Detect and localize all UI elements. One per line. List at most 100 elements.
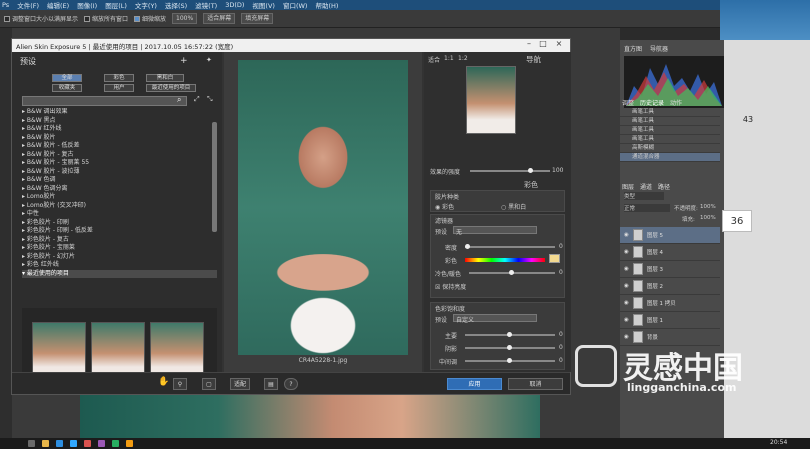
eye-icon[interactable]: ◉ [624,266,629,272]
preset-item[interactable]: ▸ 彩色胶片 - 印刷 [22,219,217,228]
scrubby-zoom-checkbox[interactable]: 细微缩放 [134,14,166,23]
layer-kind-filter[interactable]: 类型 [624,192,664,200]
tab-history[interactable]: 历史记录 [640,98,664,107]
tab-color[interactable]: 彩色 [524,180,538,190]
preset-thumbnail[interactable] [32,322,86,379]
filter-bw-button[interactable]: 黑和白 [146,74,184,82]
taskbar-app-icon[interactable] [42,440,49,447]
layer-row[interactable]: ◉ 图层 3 [620,261,720,278]
taskbar-app-icon[interactable] [28,440,35,447]
preset-item[interactable]: ▸ B&W 胶片 - 低反差 [22,142,217,151]
density-slider[interactable] [465,246,555,248]
tab-channels[interactable]: 通道 [640,182,652,191]
opacity-slider[interactable] [470,170,550,172]
taskbar-app-icon[interactable] [126,440,133,447]
nav-tab-1to2[interactable]: 1:2 [458,55,468,62]
preset-search-input[interactable] [22,96,187,106]
warmth-knob[interactable] [509,270,514,275]
pin-icon[interactable]: ✦ [206,56,212,64]
fit-screen-button[interactable]: 适合屏幕 [203,13,236,24]
navigator-thumbnail[interactable] [466,66,516,134]
zoom-fit-button[interactable]: 适配 [230,378,250,390]
nav-tab-fit[interactable]: 适合 [428,55,440,64]
preset-item[interactable]: ▸ B&W 色调 [22,176,217,185]
history-item[interactable]: 画笔工具 [620,117,720,126]
tab-navigator[interactable]: 导航器 [650,44,668,53]
layer-row[interactable]: ◉ 图层 2 [620,278,720,295]
tab-paths[interactable]: 路径 [658,182,670,191]
preset-item[interactable]: ▸ 彩色胶片 - 复古 [22,236,217,245]
eye-icon[interactable]: ◉ [624,283,629,289]
preset-item[interactable]: ▸ Lomo胶片 (交叉冲印) [22,202,217,211]
preset-thumbnail[interactable] [91,322,145,379]
blend-mode-select[interactable]: 正常 [624,204,670,212]
keep-luminance-checkbox[interactable]: ☒ 保持亮度 [435,282,466,291]
preset-item[interactable]: ▸ B&W 红外线 [22,125,217,134]
taskbar-app-icon[interactable] [70,440,77,447]
history-item[interactable]: 画笔工具 [620,108,720,117]
expand-icon[interactable]: ⤢ [194,95,200,104]
eye-icon[interactable]: ◉ [624,232,629,238]
sat-preset-select[interactable]: 自定义 [453,314,537,324]
tab-actions[interactable]: 动作 [670,98,682,107]
resize-windows-checkbox[interactable]: 调整窗口大小以满屏显示 [4,14,78,23]
color-hue-slider[interactable] [465,258,545,262]
menu-item[interactable]: 图层(L) [105,0,127,10]
menu-item[interactable]: 选择(S) [165,0,187,10]
apply-button[interactable]: 应用 [447,378,502,390]
layer-row[interactable]: ◉ 图层 1 拷贝 [620,295,720,312]
layer-row[interactable]: ◉ 图层 1 [620,312,720,329]
filter-recent-button[interactable]: 最近使用的项目 [146,84,196,92]
help-icon[interactable]: ? [284,378,298,390]
menu-item[interactable]: 滤镜(T) [195,0,217,10]
color-swatch[interactable] [549,254,560,263]
filter-user-button[interactable]: 用户 [104,84,134,92]
preset-item[interactable]: ▸ 彩色胶片 - 幻灯片 [22,253,217,262]
compare-icon[interactable]: ▢ [202,378,216,390]
eye-icon[interactable]: ◉ [624,300,629,306]
close-icon[interactable]: × [552,39,566,48]
filter-color-button[interactable]: 彩色 [104,74,134,82]
preset-item[interactable]: ▸ 彩色 红外线 [22,261,217,270]
density-knob[interactable] [465,244,470,249]
preset-scrollbar[interactable] [212,122,217,232]
tab-layers[interactable]: 图层 [622,182,634,191]
fill-screen-button[interactable]: 填充屏幕 [241,13,274,24]
history-item[interactable]: 画笔工具 [620,126,720,135]
fill-value[interactable]: 100% [700,215,716,221]
menu-item[interactable]: 编辑(E) [47,0,69,10]
minimize-icon[interactable]: – [522,39,536,48]
preset-item[interactable]: ▸ B&W 调出效果 [22,108,217,117]
menu-item[interactable]: 3D(D) [225,1,244,9]
layer-row-selected[interactable]: ◉ 图层 5 [620,227,720,244]
preset-item[interactable]: ▸ B&W 黑点 [22,117,217,126]
nav-tab-1to1[interactable]: 1:1 [444,55,454,62]
sat-shadow-knob[interactable] [507,345,512,350]
eye-icon[interactable]: ◉ [624,334,629,340]
history-item-selected[interactable]: 通道混合器 [620,153,720,162]
preset-item[interactable]: ▸ 中性 [22,210,217,219]
menu-item[interactable]: 视图(V) [252,0,275,10]
taskbar-app-icon[interactable] [112,440,119,447]
filter-preset-select[interactable]: 无 [453,226,537,236]
layer-row[interactable]: ◉ 图层 4 [620,244,720,261]
menu-item[interactable]: 文字(Y) [135,0,157,10]
maximize-icon[interactable]: □ [536,39,550,48]
history-item[interactable]: 高斯模糊 [620,144,720,153]
sat-main-knob[interactable] [507,332,512,337]
radio-bw[interactable]: ○ 黑和白 [501,202,526,211]
taskbar-app-icon[interactable] [84,440,91,447]
tab-adjustments[interactable]: 调整 [622,98,634,107]
filter-all-button[interactable]: 全部 [52,74,82,82]
preview-photo[interactable] [238,60,408,355]
menu-item[interactable]: Ps [2,1,9,9]
sat-mid-knob[interactable] [507,358,512,363]
filter-favorites-button[interactable]: 收藏夹 [52,84,82,92]
menu-item[interactable]: 窗口(W) [283,0,308,10]
opacity-value[interactable]: 100% [700,204,716,210]
preset-item[interactable]: ▸ B&W 色调分离 [22,185,217,194]
opacity-knob[interactable] [528,168,533,173]
preset-item[interactable]: ▸ B&W 胶片 [22,134,217,143]
preset-thumbnail[interactable] [150,322,204,379]
eye-icon[interactable]: ◉ [624,249,629,255]
